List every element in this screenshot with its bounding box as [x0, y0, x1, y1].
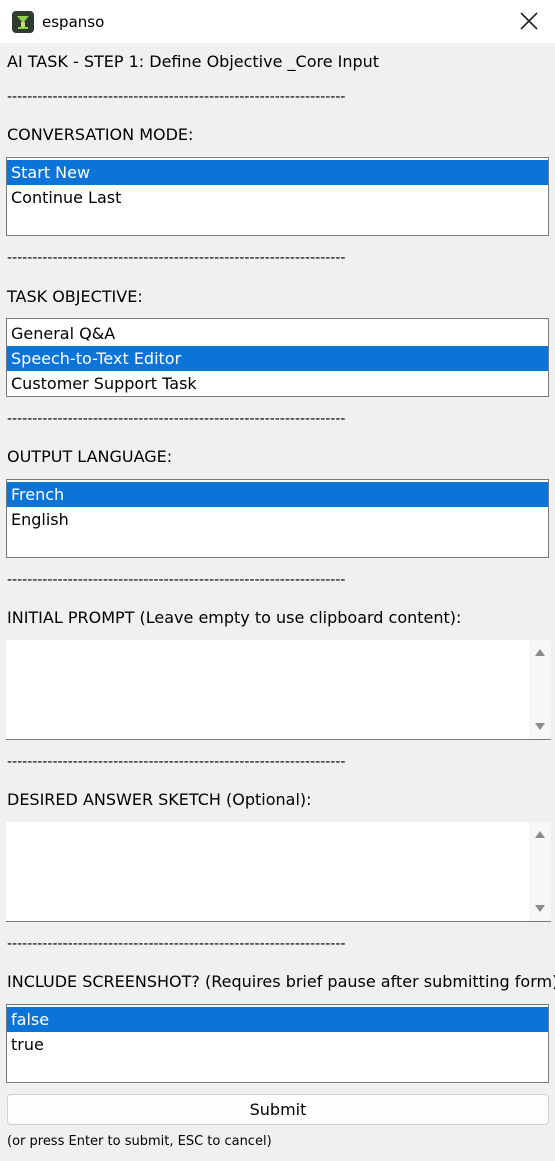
- scroll-up-icon[interactable]: [535, 831, 545, 838]
- desired-answer-input[interactable]: [6, 822, 551, 922]
- separator: ----------------------------------------…: [7, 572, 346, 588]
- scroll-down-icon[interactable]: [535, 723, 545, 730]
- separator: ----------------------------------------…: [7, 89, 346, 105]
- close-icon[interactable]: [517, 9, 541, 33]
- initial-prompt-input[interactable]: [6, 640, 551, 740]
- espanso-icon: [12, 10, 34, 33]
- include-screenshot-label: INCLUDE SCREENSHOT? (Requires brief paus…: [7, 972, 555, 991]
- list-item-english[interactable]: English: [7, 507, 548, 532]
- desired-answer-scrollbar[interactable]: [529, 822, 551, 921]
- list-item-start-new[interactable]: Start New: [7, 160, 548, 185]
- scroll-up-icon[interactable]: [535, 649, 545, 656]
- conversation-mode-label: CONVERSATION MODE:: [7, 125, 194, 144]
- list-item-true[interactable]: true: [7, 1032, 548, 1057]
- list-item-speech-to-text[interactable]: Speech-to-Text Editor: [7, 346, 548, 371]
- form-heading: AI TASK - STEP 1: Define Objective _Core…: [7, 52, 380, 71]
- list-item-customer-support[interactable]: Customer Support Task: [7, 371, 548, 396]
- output-language-list[interactable]: French English: [6, 479, 549, 558]
- separator: ----------------------------------------…: [7, 411, 346, 427]
- desired-answer-label: DESIRED ANSWER SKETCH (Optional):: [7, 790, 312, 809]
- separator: ----------------------------------------…: [7, 936, 346, 952]
- separator: ----------------------------------------…: [7, 250, 346, 266]
- title-bar: espanso: [0, 0, 555, 43]
- include-screenshot-list[interactable]: false true: [6, 1004, 549, 1083]
- initial-prompt-scrollbar[interactable]: [529, 640, 551, 739]
- task-objective-list[interactable]: General Q&A Speech-to-Text Editor Custom…: [6, 318, 549, 397]
- submit-button[interactable]: Submit: [7, 1094, 549, 1125]
- task-objective-label: TASK OBJECTIVE:: [7, 287, 143, 306]
- conversation-mode-list[interactable]: Start New Continue Last: [6, 157, 549, 236]
- list-item-general-qa[interactable]: General Q&A: [7, 321, 548, 346]
- list-item-french[interactable]: French: [7, 482, 548, 507]
- keyboard-hint: (or press Enter to submit, ESC to cancel…: [7, 1134, 272, 1149]
- list-item-continue-last[interactable]: Continue Last: [7, 185, 548, 210]
- separator: ----------------------------------------…: [7, 754, 346, 770]
- window-title: espanso: [42, 12, 105, 31]
- initial-prompt-label: INITIAL PROMPT (Leave empty to use clipb…: [7, 608, 462, 627]
- output-language-label: OUTPUT LANGUAGE:: [7, 447, 173, 466]
- list-item-false[interactable]: false: [7, 1007, 548, 1032]
- scroll-down-icon[interactable]: [535, 905, 545, 912]
